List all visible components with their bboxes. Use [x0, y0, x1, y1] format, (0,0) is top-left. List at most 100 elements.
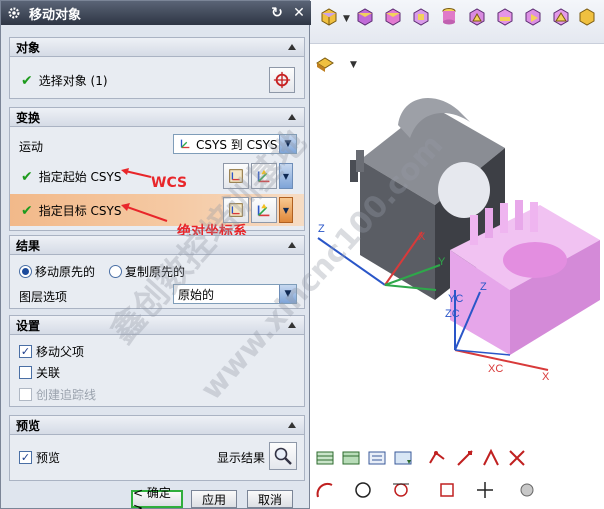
csys-dialog-button[interactable] — [223, 197, 249, 223]
axis-label-x2: X — [542, 371, 550, 383]
tangent-icon[interactable] — [390, 479, 412, 501]
model-scene: Z X Y YC ZC Z XC X — [317, 98, 600, 383]
section-settings-header[interactable]: 设置 — [9, 315, 305, 335]
wcs-annotation: WCS — [151, 175, 188, 191]
section-transform-header[interactable]: 变换 — [9, 107, 305, 127]
associative-label: 关联 — [36, 366, 61, 380]
preview-checkbox[interactable]: ✓ 预览 — [19, 449, 60, 466]
section-object-label: 对象 — [16, 40, 41, 55]
gear-icon[interactable] — [5, 4, 23, 22]
cancel-button[interactable]: 取消 — [247, 490, 293, 508]
inferred-csys-icon — [257, 169, 270, 183]
intersection-icon[interactable] — [506, 447, 528, 469]
layer-option-select[interactable]: 原始的 ▼ — [173, 284, 297, 304]
csys-dialog-icon — [229, 203, 243, 217]
section-result-header[interactable]: 结果 — [9, 235, 305, 255]
collapse-up-icon[interactable] — [284, 317, 300, 333]
move-object-dialog: 移动对象 ↻ ✕ 对象 ✔ 选择对象 (1) 变换 运动 CSYS 到 CSYS… — [0, 0, 311, 509]
checkbox-unchecked-icon[interactable] — [19, 366, 32, 379]
close-icon[interactable]: ✕ — [289, 4, 309, 22]
reset-icon[interactable]: ↻ — [267, 4, 287, 22]
check-icon: ✔ — [21, 72, 33, 89]
move-parent-checkbox[interactable]: ✓ 移动父项 — [19, 343, 84, 360]
associative-checkbox[interactable]: 关联 — [19, 364, 60, 381]
motion-label: 运动 — [19, 140, 44, 154]
from-csys-row[interactable]: ✔ 指定起始 CSYS — [21, 168, 122, 185]
layer-icon[interactable] — [314, 447, 336, 469]
select-object-row: ✔ 选择对象 (1) — [21, 72, 108, 89]
axis-label-z2: Z — [480, 281, 487, 293]
select-object-button[interactable] — [269, 67, 295, 93]
to-csys-row[interactable]: ✔ 指定目标 CSYS — [21, 202, 122, 219]
snap-point-icon[interactable] — [426, 447, 448, 469]
csys-icon — [180, 139, 190, 149]
magnifier-icon — [274, 447, 292, 465]
radio-selected-icon[interactable] — [19, 265, 32, 278]
grid-snap-icon[interactable] — [516, 479, 538, 501]
axis-label-y1: Y — [438, 256, 446, 268]
inferred-csys-icon — [257, 203, 270, 217]
move-original-radio[interactable]: 移动原先的 — [19, 263, 95, 280]
copy-layer-icon[interactable] — [392, 447, 414, 469]
to-csys-dropdown[interactable]: ▼ — [279, 197, 293, 223]
move-parent-label: 移动父项 — [36, 345, 85, 359]
crosshair-icon[interactable] — [474, 479, 496, 501]
arc-center-icon[interactable] — [314, 479, 336, 501]
checkbox-disabled-icon — [19, 388, 32, 401]
create-trace-label: 创建追踪线 — [36, 388, 97, 402]
inferred-csys-button[interactable] — [251, 197, 277, 223]
preview-label: 预览 — [36, 451, 61, 465]
ok-button[interactable]: < 确定 > — [131, 486, 183, 509]
axis-label-zc: ZC — [445, 308, 460, 320]
chevron-down-icon[interactable]: ▼ — [279, 285, 296, 303]
endpoint-icon[interactable] — [454, 447, 476, 469]
motion-select[interactable]: CSYS 到 CSYS ▼ — [173, 134, 297, 154]
collapse-up-icon[interactable] — [284, 237, 300, 253]
check-icon: ✔ — [21, 202, 33, 219]
quadrant-icon[interactable] — [436, 479, 458, 501]
section-preview-label: 预览 — [16, 418, 41, 433]
wcs-arrow-icon — [121, 168, 152, 178]
show-result-button[interactable] — [269, 442, 297, 470]
checkbox-checked-icon[interactable]: ✓ — [19, 451, 32, 464]
axis-label-z1: Z — [318, 223, 325, 235]
apply-button[interactable]: 应用 — [191, 490, 237, 508]
section-transform-label: 变换 — [16, 110, 41, 125]
copy-original-radio[interactable]: 复制原先的 — [109, 263, 185, 280]
axis-label-x1: X — [418, 231, 426, 243]
midpoint-icon[interactable] — [480, 447, 502, 469]
select-object-label: 选择对象 (1) — [38, 74, 108, 88]
radio-unselected-icon[interactable] — [109, 265, 122, 278]
from-csys-dropdown[interactable]: ▼ — [279, 163, 293, 189]
section-preview-header[interactable]: 预览 — [9, 415, 305, 435]
section-object-header[interactable]: 对象 — [9, 37, 305, 57]
dialog-title: 移动对象 — [29, 7, 82, 23]
checkbox-checked-icon[interactable]: ✓ — [19, 345, 32, 358]
axis-label-yc: YC — [448, 293, 463, 305]
layer-settings-icon[interactable] — [340, 447, 362, 469]
csys-dialog-button[interactable] — [223, 163, 249, 189]
circle-icon[interactable] — [352, 479, 374, 501]
absolute-csys-arrow-icon — [121, 203, 168, 222]
move-original-label: 移动原先的 — [35, 265, 96, 279]
chevron-down-icon[interactable]: ▼ — [279, 135, 296, 153]
from-csys-label: 指定起始 CSYS — [38, 170, 122, 184]
layer-option-value: 原始的 — [178, 287, 215, 302]
create-trace-checkbox: 创建追踪线 — [19, 386, 96, 403]
pink-part[interactable] — [450, 200, 600, 355]
collapse-up-icon[interactable] — [284, 109, 300, 125]
inferred-csys-button[interactable] — [251, 163, 277, 189]
to-csys-label: 指定目标 CSYS — [38, 204, 122, 218]
collapse-up-icon[interactable] — [284, 39, 300, 55]
bottom-toolbar — [310, 445, 604, 509]
section-settings-label: 设置 — [16, 318, 41, 333]
collapse-up-icon[interactable] — [284, 417, 300, 433]
graphics-viewport[interactable]: ▼ ▼ Z X Y YC ZC Z XC X — [310, 0, 604, 509]
csys-dialog-icon — [229, 169, 243, 183]
show-result-label: 显示结果 — [217, 451, 266, 465]
dialog-titlebar[interactable]: 移动对象 ↻ ✕ — [1, 1, 311, 25]
section-result-label: 结果 — [16, 238, 41, 253]
motion-select-value: CSYS 到 CSYS — [196, 137, 278, 152]
move-layer-icon[interactable] — [366, 447, 388, 469]
crosshair-target-icon — [273, 71, 291, 89]
